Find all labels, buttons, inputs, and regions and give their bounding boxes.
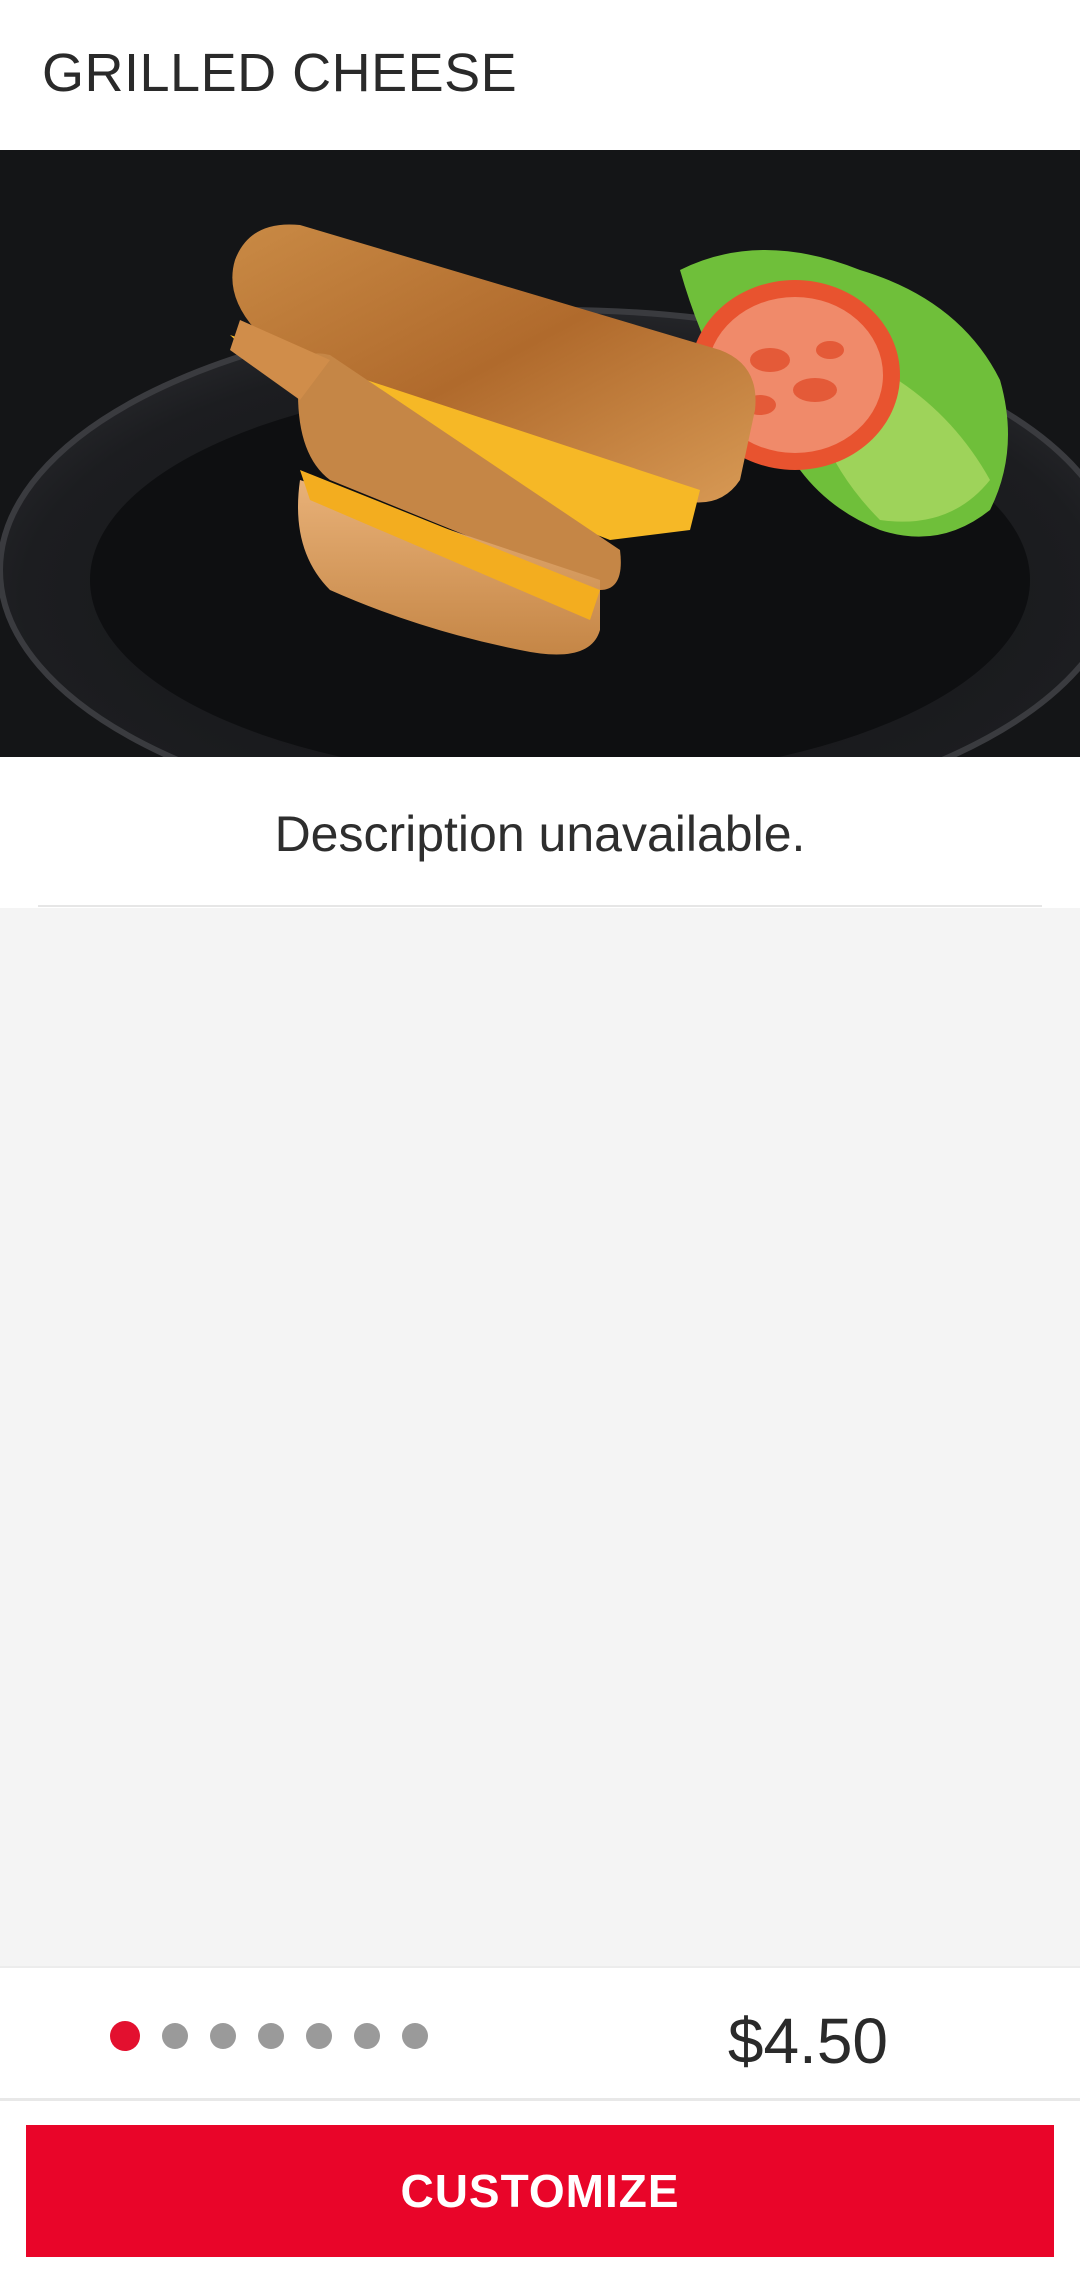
page-dot-3[interactable] [210,2023,236,2049]
options-area [0,908,1080,1966]
footer-bar: $4.50 [0,1966,1080,2101]
header-bar: GRILLED CHEESE [0,0,1080,150]
product-image [0,150,1080,757]
item-price: $4.50 [727,2005,888,2077]
page-title: GRILLED CHEESE [42,43,518,103]
customize-button-label: CUSTOMIZE [400,2165,680,2217]
page-dot-5[interactable] [306,2023,332,2049]
customize-button[interactable]: CUSTOMIZE [26,2125,1054,2257]
description-section: Description unavailable. [0,757,1080,907]
page-dot-2[interactable] [162,2023,188,2049]
page-indicator[interactable] [110,2021,450,2051]
divider [0,2098,1080,2101]
page-dot-7[interactable] [402,2023,428,2049]
divider [38,905,1042,907]
grilled-cheese-photo [0,150,1080,757]
page-dot-6[interactable] [354,2023,380,2049]
page-dot-1[interactable] [110,2021,140,2051]
page-dot-4[interactable] [258,2023,284,2049]
item-description: Description unavailable. [274,806,806,862]
